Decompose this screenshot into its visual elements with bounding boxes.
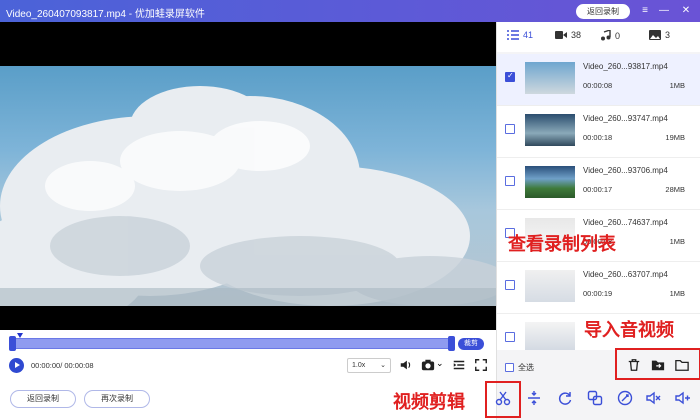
trim-end-handle[interactable] <box>448 336 455 351</box>
list-item[interactable]: Video_260...63707.mp4 00:00:19 1MB <box>497 262 700 314</box>
file-size: 1MB <box>669 237 685 246</box>
list-item[interactable]: Video_260...93706.mp4 00:00:17 28MB <box>497 158 700 210</box>
title-bar: Video_260407093817.mp4 - 优加蛙录屏软件 返回录制 ≡ … <box>0 0 700 22</box>
fullscreen-icon[interactable] <box>474 358 488 372</box>
speed-select[interactable]: 1.0x ⌄ <box>347 358 391 373</box>
file-duration: 00:00:18 <box>583 133 613 142</box>
playhead[interactable] <box>17 333 23 338</box>
minimize-icon[interactable]: — <box>656 3 672 19</box>
tab-image[interactable]: 3 <box>649 30 670 40</box>
speed-value: 1.0x <box>352 362 366 369</box>
playback-controls: 00:00:00/ 00:00:08 1.0x ⌄ ⌄ <box>0 352 496 380</box>
timeline-track[interactable] <box>10 338 454 349</box>
item-checkbox[interactable] <box>505 280 515 290</box>
cut-button[interactable]: 裁剪 <box>458 338 484 350</box>
back-record-button[interactable]: 返回录制 <box>10 390 76 408</box>
video-frame <box>0 66 496 306</box>
tab-audio[interactable]: 0 <box>601 30 620 41</box>
item-checkbox[interactable] <box>505 124 515 134</box>
file-name: Video_260...93747.mp4 <box>583 114 668 123</box>
recording-list-panel: 41 38 0 3 Video_260...93817.mp4 00:00:08 <box>496 22 700 420</box>
item-checkbox[interactable] <box>505 71 515 82</box>
back-to-record-button[interactable]: 返回录制 <box>576 4 630 19</box>
file-name: Video_260...74637.mp4 <box>583 218 668 227</box>
annotation-edit: 视频剪辑 <box>393 392 465 412</box>
tab-all[interactable]: 41 <box>507 30 533 40</box>
menu-icon[interactable]: ≡ <box>637 3 653 19</box>
file-list: Video_260...93817.mp4 00:00:08 1MB Video… <box>497 54 700 350</box>
window-title: Video_260407093817.mp4 - 优加蛙录屏软件 <box>6 9 205 20</box>
list-icon <box>507 30 519 40</box>
tab-all-count: 41 <box>523 30 534 40</box>
merge-tool[interactable] <box>582 385 608 411</box>
folder-icon[interactable] <box>675 358 689 372</box>
select-all-label: 全选 <box>518 363 534 372</box>
delete-icon[interactable] <box>627 358 641 372</box>
image-icon <box>649 30 661 40</box>
watermark-tool[interactable] <box>612 385 638 411</box>
music-icon <box>601 30 611 41</box>
video-thumbnail <box>525 322 575 350</box>
video-thumbnail <box>525 62 575 94</box>
video-player[interactable] <box>0 22 496 330</box>
trim-start-handle[interactable] <box>9 336 16 351</box>
split-tool[interactable] <box>521 385 547 411</box>
cloud-scene <box>0 86 496 306</box>
video-icon <box>555 31 567 39</box>
file-size: 19MB <box>665 133 685 142</box>
item-checkbox[interactable] <box>505 176 515 186</box>
tab-video[interactable]: 38 <box>555 30 581 40</box>
list-item[interactable]: Video_260...93817.mp4 00:00:08 1MB <box>497 54 700 106</box>
video-thumbnail <box>525 114 575 146</box>
speaker-off-icon <box>646 391 661 405</box>
file-tools-highlight <box>615 348 700 380</box>
record-again-button[interactable]: 再次录制 <box>84 390 150 408</box>
timeline[interactable]: 裁剪 <box>0 330 496 352</box>
scissors-tool[interactable] <box>490 385 516 411</box>
tab-video-count: 38 <box>571 30 582 40</box>
select-all-checkbox[interactable] <box>505 363 514 372</box>
tab-audio-count: 0 <box>615 30 621 41</box>
play-button[interactable] <box>9 358 24 373</box>
video-thumbnail <box>525 270 575 302</box>
annotation-import: 导入音视频 <box>584 320 674 340</box>
video-thumbnail <box>525 166 575 198</box>
tab-image-count: 3 <box>665 30 671 40</box>
rotate-tool[interactable] <box>552 385 578 411</box>
media-tabs: 41 38 0 3 <box>497 22 700 52</box>
rotate-icon <box>558 392 572 405</box>
file-duration: 00:00:08 <box>583 81 613 90</box>
playlist-icon[interactable] <box>452 358 466 372</box>
mute-tool[interactable] <box>641 385 667 411</box>
file-name: Video_260...63707.mp4 <box>583 270 668 279</box>
split-icon <box>528 391 540 405</box>
file-name: Video_260...93706.mp4 <box>583 166 668 175</box>
file-name: Video_260...93817.mp4 <box>583 62 668 71</box>
time-display: 00:00:00/ 00:00:08 <box>31 361 94 370</box>
file-duration: 00:00:19 <box>583 289 613 298</box>
list-item[interactable]: Video_260...93747.mp4 00:00:18 19MB <box>497 106 700 158</box>
file-duration: 00:00:17 <box>583 185 613 194</box>
close-icon[interactable]: ✕ <box>678 3 694 19</box>
app-window: Video_260407093817.mp4 - 优加蛙录屏软件 返回录制 ≡ … <box>0 0 700 420</box>
file-size: 1MB <box>669 289 685 298</box>
file-size: 1MB <box>669 81 685 90</box>
scissors-icon <box>495 391 511 406</box>
item-checkbox[interactable] <box>505 332 515 342</box>
volume-icon[interactable] <box>399 358 413 372</box>
camera-icon[interactable] <box>421 358 435 372</box>
chevron-down-icon[interactable]: ⌄ <box>436 358 444 369</box>
select-all[interactable]: 全选 <box>505 362 534 373</box>
import-icon[interactable] <box>651 358 665 372</box>
chevron-down-icon: ⌄ <box>380 362 386 369</box>
annotation-view-list: 查看录制列表 <box>508 234 616 254</box>
merge-icon <box>587 390 603 406</box>
audio-add-tool[interactable] <box>670 385 696 411</box>
file-size: 28MB <box>665 185 685 194</box>
speaker-add-icon <box>675 391 690 405</box>
watermark-icon <box>617 390 633 406</box>
